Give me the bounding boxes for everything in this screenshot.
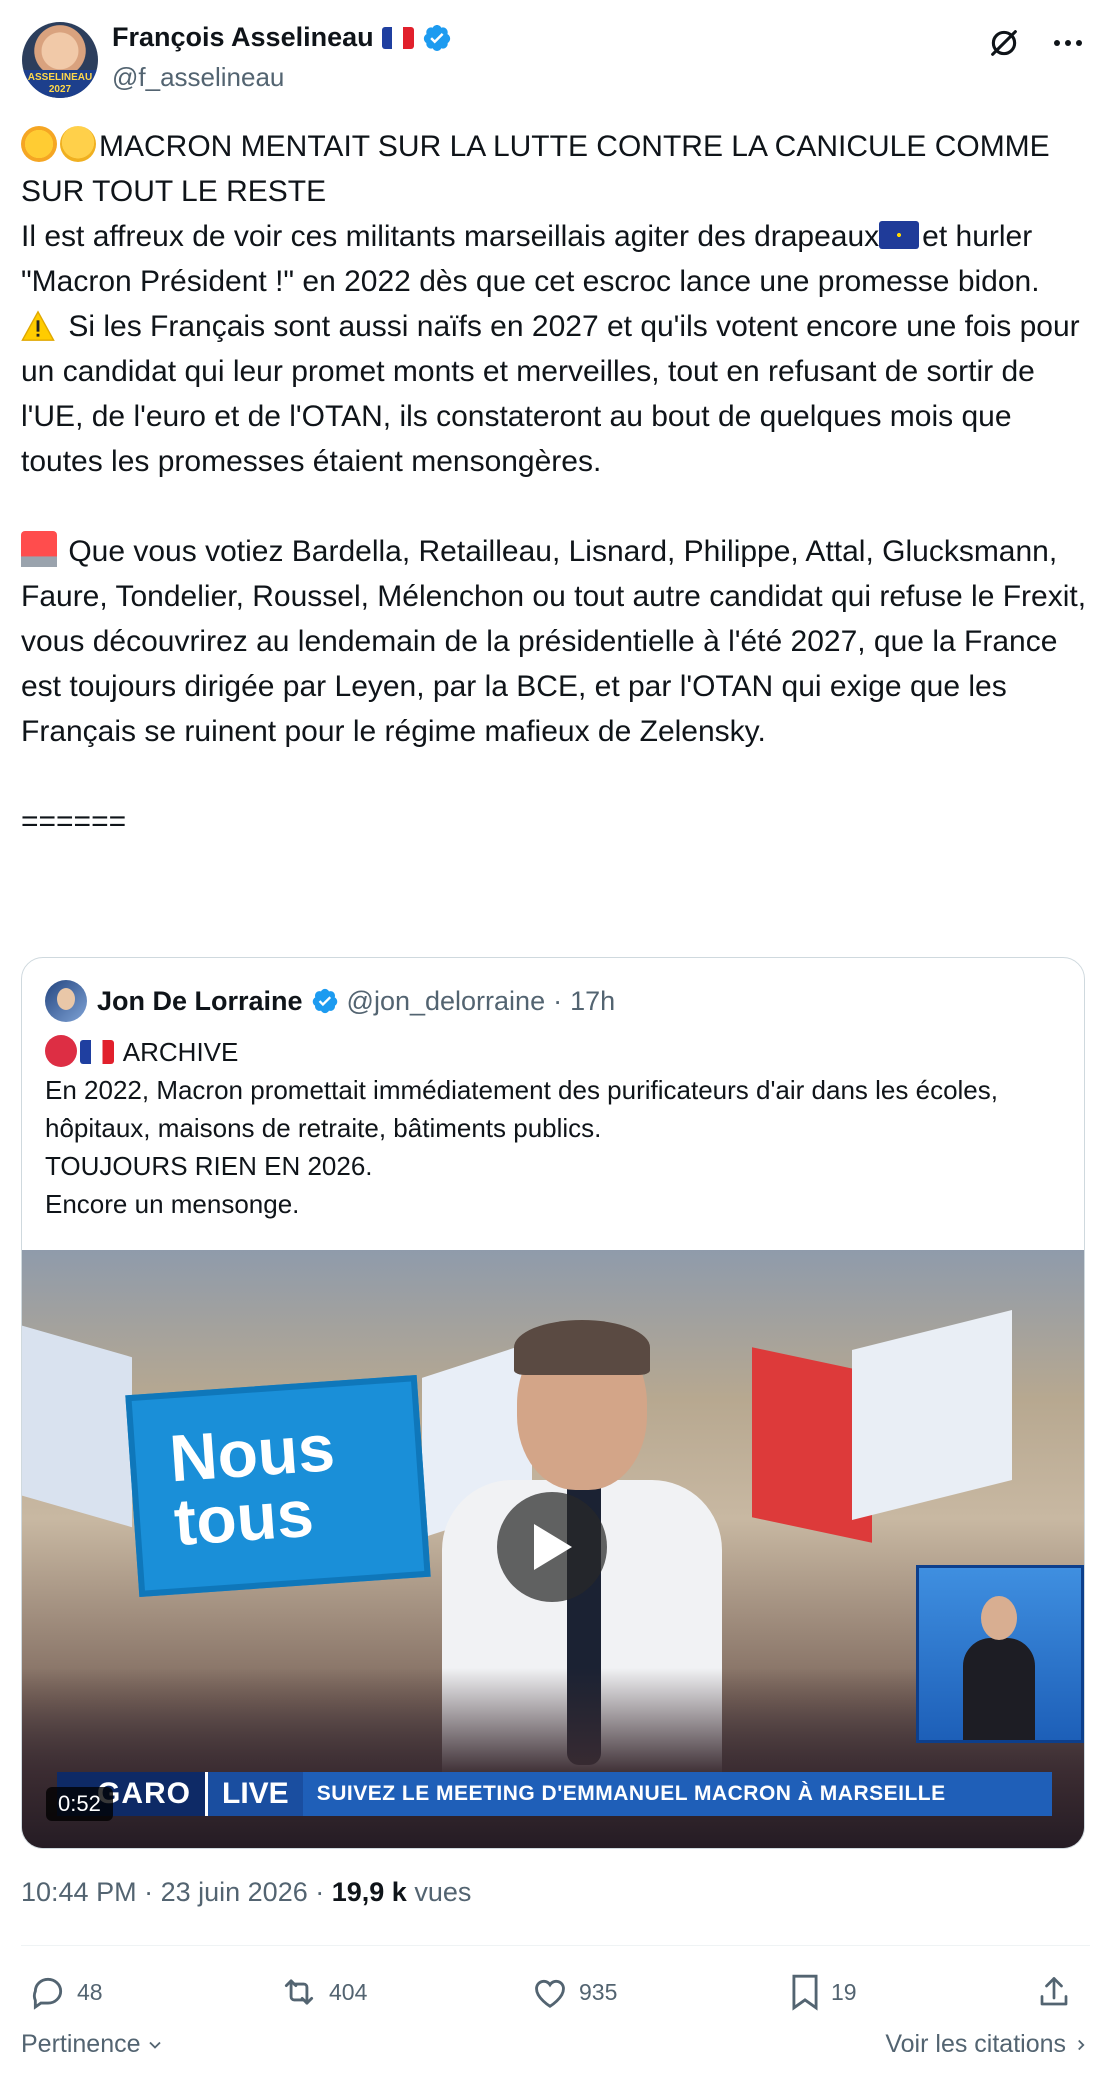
tweet-separator: ====== <box>21 805 127 838</box>
views-label: vues <box>414 1877 472 1907</box>
more-options-icon[interactable] <box>1047 22 1089 64</box>
sun-emoji-icon <box>21 126 57 162</box>
interpreter-head <box>981 1596 1017 1640</box>
live-label: LIVE <box>205 1772 303 1816</box>
reply-count: 48 <box>77 1978 103 2005</box>
speaker-hair <box>514 1320 650 1375</box>
french-flag-icon <box>381 26 414 49</box>
like-count: 935 <box>579 1978 618 2005</box>
repost-icon <box>284 1979 314 2005</box>
divider <box>21 1945 1090 1946</box>
views-count: 19,9 k <box>331 1877 407 1907</box>
tweet-text: MACRON MENTAIT SUR LA LUTTE CONTRE LA CA… <box>21 124 1091 844</box>
replies-controls: Pertinence Voir les citations <box>21 2030 1090 2070</box>
dot-separator: · <box>553 985 563 1016</box>
author-name[interactable]: François Asselineau <box>112 22 374 53</box>
chevron-right-icon <box>1078 2039 1085 2050</box>
verified-badge-icon <box>423 24 450 51</box>
video-player[interactable]: Nous tous GARO LIVE SUIVEZ LE MEETING D'… <box>22 1250 1084 1848</box>
quoted-line: En 2022, Macron promettait immédiatement… <box>45 1075 998 1143</box>
red-circle-emoji-icon <box>45 1035 77 1067</box>
dot-separator: · <box>315 1877 332 1907</box>
quoted-timestamp[interactable]: 17h <box>570 986 615 1017</box>
quoted-text: ARCHIVE En 2022, Macron promettait imméd… <box>45 1033 1065 1223</box>
quoted-tweet-card[interactable]: Jon De Lorraine @jon_delorraine · 17h AR… <box>21 957 1085 1849</box>
dot-separator: · <box>144 1877 161 1907</box>
crowd-flag <box>22 1322 132 1528</box>
reply-icon <box>32 1977 63 2010</box>
quoted-header: Jon De Lorraine @jon_delorraine · 17h <box>97 980 615 1022</box>
sort-relevance-dropdown[interactable]: Pertinence <box>21 2030 165 2059</box>
chevron-down-icon <box>148 2041 161 2049</box>
share-button[interactable] <box>1036 1968 1072 2016</box>
repost-button[interactable]: 404 <box>279 1968 367 2016</box>
tweet-meta: 10:44 PM · 23 juin 2026 · 19,9 k vues <box>21 1877 471 1908</box>
tweet-paragraph-3: Que vous votiez Bardella, Retailleau, Li… <box>21 529 1091 754</box>
crowd-flag <box>852 1310 1012 1520</box>
french-flag-emoji-icon <box>80 1040 114 1064</box>
avatar-caption: ASSELINEAU 2027 <box>22 70 98 98</box>
siren-emoji-icon <box>21 531 57 567</box>
tweet-paragraph-2: Si les Français sont aussi naïfs en 2027… <box>21 310 1080 478</box>
tweet-time[interactable]: 10:44 PM <box>21 1877 137 1907</box>
campaign-sign: Nous tous <box>125 1375 431 1597</box>
view-quotes-label: Voir les citations <box>885 2030 1066 2058</box>
bookmark-icon <box>792 1974 818 2011</box>
heart-icon <box>535 1979 565 2008</box>
broadcast-caption: SUIVEZ LE MEETING D'EMMANUEL MACRON À MA… <box>316 1782 946 1805</box>
author-name-row[interactable]: François Asselineau <box>112 22 452 53</box>
play-button[interactable] <box>497 1492 607 1602</box>
tweet-paragraph-1: Il est affreux de voir ces militants mar… <box>21 220 1040 298</box>
grok-icon[interactable] <box>983 22 1025 64</box>
reply-button[interactable]: 48 <box>29 1968 103 2016</box>
quoted-author-name[interactable]: Jon De Lorraine <box>97 986 303 1017</box>
sign-language-inset <box>916 1565 1084 1743</box>
author-handle[interactable]: @f_asselineau <box>112 62 284 93</box>
interpreter-body <box>963 1638 1035 1740</box>
view-quotes-link[interactable]: Voir les citations <box>885 2030 1090 2059</box>
tweet-headline: MACRON MENTAIT SUR LA LUTTE CONTRE LA CA… <box>21 124 1091 214</box>
quoted-line: Encore un mensonge. <box>45 1189 300 1219</box>
author-avatar[interactable]: ASSELINEAU 2027 <box>22 22 98 98</box>
sign-line-2: tous <box>171 1475 316 1560</box>
share-icon <box>1040 1977 1068 2006</box>
like-button[interactable]: 935 <box>531 1968 617 2016</box>
quoted-author-handle[interactable]: @jon_delorraine <box>347 986 546 1017</box>
warning-emoji-icon <box>21 310 57 346</box>
video-duration: 0:52 <box>46 1787 113 1821</box>
broadcast-lower-third: GARO LIVE SUIVEZ LE MEETING D'EMMANUEL M… <box>57 1772 1052 1816</box>
bookmark-button[interactable]: 19 <box>789 1968 857 2016</box>
tweet-date[interactable]: 23 juin 2026 <box>161 1877 308 1907</box>
thinking-face-emoji-icon <box>60 126 96 162</box>
quoted-line-archive: ARCHIVE <box>45 1033 1065 1071</box>
top-actions <box>983 22 1089 64</box>
action-bar: 48 404 935 19 <box>21 1968 1090 2016</box>
sort-label: Pertinence <box>21 2030 141 2058</box>
verified-badge-icon <box>312 988 337 1014</box>
bookmark-count: 19 <box>831 1978 857 2005</box>
eu-flag-emoji-icon <box>879 221 920 249</box>
quoted-author-avatar[interactable] <box>45 980 87 1022</box>
quoted-line: TOUJOURS RIEN EN 2026. <box>45 1151 373 1181</box>
repost-count: 404 <box>329 1978 368 2005</box>
play-icon <box>534 1524 572 1570</box>
